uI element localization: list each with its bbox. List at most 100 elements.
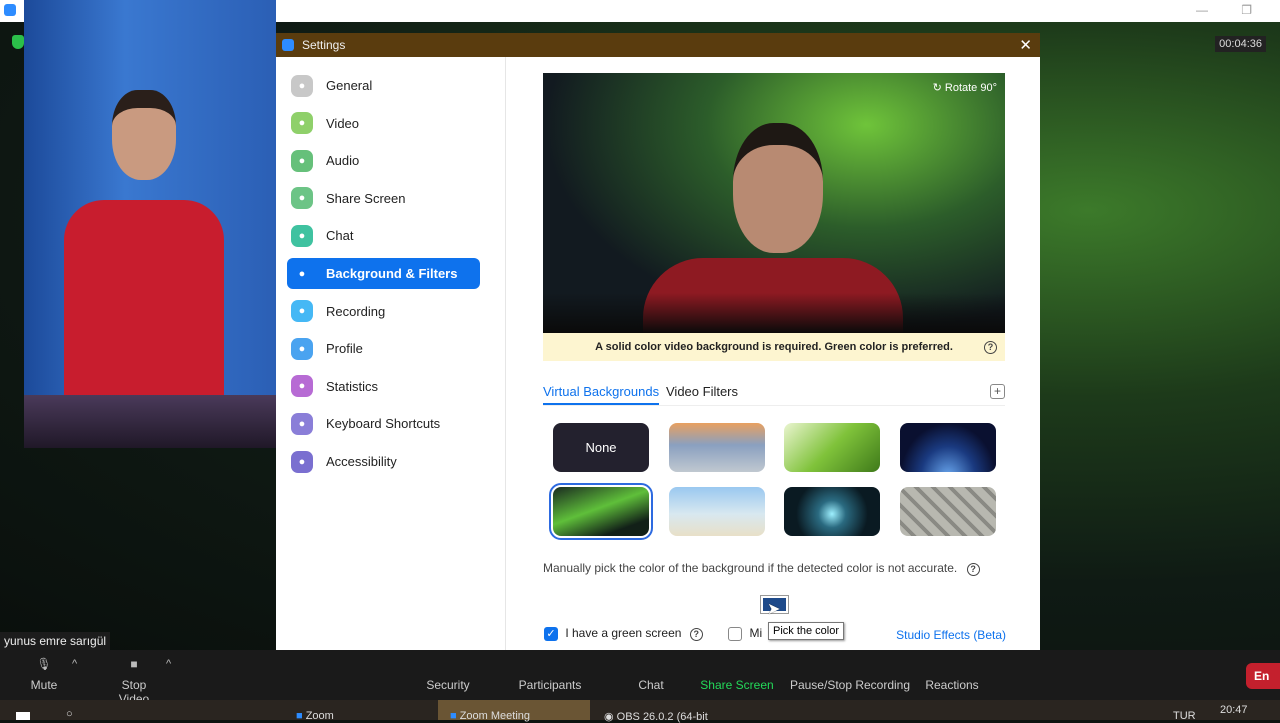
mirror-checkbox[interactable] [728, 626, 743, 641]
sidebar-item-label: Recording [326, 303, 386, 319]
add-background-icon[interactable]: + [990, 384, 1005, 399]
zoom-logo-icon [4, 4, 16, 16]
recording-icon: ● [291, 300, 313, 323]
background-none[interactable]: None [553, 423, 649, 472]
toolbar-security[interactable]: Security [420, 650, 476, 700]
tooltip: Pick the color [768, 622, 845, 640]
sidebar-item-label: Audio [326, 153, 360, 169]
video-camera-icon: ■ [130, 657, 138, 671]
sidebar-item-label: General [326, 78, 373, 93]
sidebar-item-video[interactable]: ● Video [287, 108, 480, 139]
end-meeting-button[interactable]: En [1246, 663, 1280, 689]
manual-pick-text: Manually pick the color of the backgroun… [543, 561, 980, 576]
sidebar-item-statistics[interactable]: ● Statistics [287, 371, 480, 402]
settings-dialog: Settings ✕ ● General ● Video ● Audio ● Share Sc… [276, 33, 1040, 665]
sidebar-item-label: Accessibility [326, 454, 397, 469]
dialog-title: Settings [302, 38, 346, 52]
gear-icon: ● [291, 74, 313, 97]
toolbar-stop-video[interactable]: ■ Stop Video [105, 650, 163, 706]
sidebar-item-audio[interactable]: ● Audio [287, 145, 480, 176]
toolbar-share-screen[interactable]: Share Screen [698, 650, 776, 700]
participants-icon [514, 650, 586, 678]
tab-video-filters[interactable]: Video Filters [666, 384, 738, 405]
chevron-up-icon[interactable]: ^ [72, 658, 77, 670]
input-language[interactable]: TUR [1173, 700, 1196, 722]
profile-icon: ● [291, 337, 313, 360]
taskbar-item-obs[interactable]: ◉ OBS 26.0.2 (64-bit [604, 700, 708, 723]
meeting-timer: 00:04:36 [1215, 36, 1266, 52]
participant-video [24, 0, 276, 448]
chevron-up-icon[interactable]: ^ [166, 658, 171, 670]
shield-icon[interactable] [12, 35, 24, 49]
background-tabs: Virtual Backgrounds Video Filters + [543, 384, 1005, 406]
statistics-icon: ● [291, 375, 313, 398]
video-icon: ● [291, 112, 313, 135]
background-beach-palm[interactable] [668, 487, 765, 536]
sidebar-item-keyboard-shortcuts[interactable]: ● Keyboard Shortcuts [287, 408, 480, 439]
participant-figure [64, 90, 224, 410]
chat-icon: ● [291, 224, 313, 247]
sidebar-item-label: Chat [326, 228, 354, 244]
help-icon[interactable]: ? [689, 627, 703, 641]
green-screen-notice: A solid color video background is requir… [543, 333, 1005, 361]
background-sci-fi-corridor[interactable] [784, 487, 881, 536]
zoom-logo-icon [282, 39, 294, 51]
green-screen-checkbox[interactable]: ✓ [544, 626, 558, 641]
mouse-cursor-icon: ➤ [767, 601, 781, 618]
toolbar-reactions[interactable]: Reactions [922, 650, 982, 700]
sidebar-item-label: Statistics [326, 378, 379, 394]
windows-start-icon[interactable] [16, 712, 30, 720]
toolbar-pause-stop-recording[interactable]: Pause/Stop Recording [788, 650, 912, 700]
studio-effects-link[interactable]: Studio Effects (Beta) [896, 628, 1006, 642]
sidebar-item-profile[interactable]: ● Profile [287, 333, 480, 364]
toolbar-chat[interactable]: Chat [632, 650, 670, 700]
taskbar-item-zoom[interactable]: ■ Zoom [296, 700, 334, 722]
sidebar-item-recording[interactable]: ● Recording [287, 296, 480, 327]
meeting-toolbar: 🎙 Mute ■ Stop Video Security Participants Chat… [0, 650, 1280, 706]
help-icon[interactable]: ? [966, 562, 980, 576]
headphones-icon: ● [291, 149, 313, 172]
toolbar-mute[interactable]: 🎙 Mute [30, 650, 58, 700]
toolbar-participants[interactable]: Participants [514, 650, 586, 700]
background-earth-from-space[interactable] [900, 423, 997, 472]
dialog-titlebar: Settings ✕ [276, 33, 1040, 57]
sidebar-item-share-screen[interactable]: ● Share Screen [287, 183, 480, 214]
chat-icon [632, 650, 670, 678]
background-aurora[interactable] [549, 483, 653, 540]
clock[interactable]: 20:47 [1220, 700, 1248, 720]
minimize-icon[interactable]: — [1196, 3, 1208, 17]
tab-virtual-backgrounds[interactable]: Virtual Backgrounds [543, 384, 660, 405]
rotate-button[interactable]: ↻ Rotate 90° [933, 81, 997, 94]
record-icon [788, 650, 912, 678]
share-screen-icon [698, 650, 776, 678]
rotate-icon: ↻ [932, 82, 945, 94]
sidebar-item-label: Background & Filters [326, 266, 458, 281]
sidebar-item-label: Profile [326, 341, 363, 357]
background-castle-pattern[interactable] [900, 487, 997, 536]
taskbar-item-zoom-meeting[interactable]: ■ Zoom Meeting [438, 700, 590, 722]
close-icon[interactable]: ✕ [1019, 36, 1032, 54]
sidebar-item-label: Keyboard Shortcuts [326, 416, 441, 432]
green-screen-label: I have a green screen [565, 626, 682, 640]
share-screen-icon: ● [291, 187, 313, 210]
shield-icon [420, 650, 476, 678]
keyboard-icon: ● [291, 412, 313, 435]
help-icon[interactable]: ? [984, 340, 997, 354]
background-grass[interactable] [784, 423, 881, 472]
accessibility-icon: ● [291, 450, 313, 473]
sidebar-item-chat[interactable]: ● Chat [287, 220, 480, 251]
mirror-label: Mi [749, 626, 763, 640]
sidebar-item-general[interactable]: ● General [287, 70, 480, 101]
windows-taskbar: ○ ■ Zoom ■ Zoom Meeting ◉ OBS 26.0.2 (64… [0, 700, 1280, 723]
background-golden-gate[interactable] [668, 423, 765, 472]
sidebar-item-accessibility[interactable]: ● Accessibility [287, 446, 480, 477]
window-titlebar: — ❐ [276, 0, 1280, 22]
sidebar-item-label: Video [326, 115, 360, 131]
settings-sidebar: ● General ● Video ● Audio ● Share Screen ● Chat ● B… [276, 57, 506, 665]
sidebar-item-background-filters[interactable]: ● Background & Filters [287, 258, 480, 289]
microphone-icon: 🎙 [36, 657, 52, 671]
restore-icon[interactable]: ❐ [1241, 3, 1252, 17]
video-preview: ↻ Rotate 90° [543, 73, 1005, 333]
search-icon[interactable]: ○ [66, 700, 73, 720]
window-chrome [0, 0, 24, 22]
